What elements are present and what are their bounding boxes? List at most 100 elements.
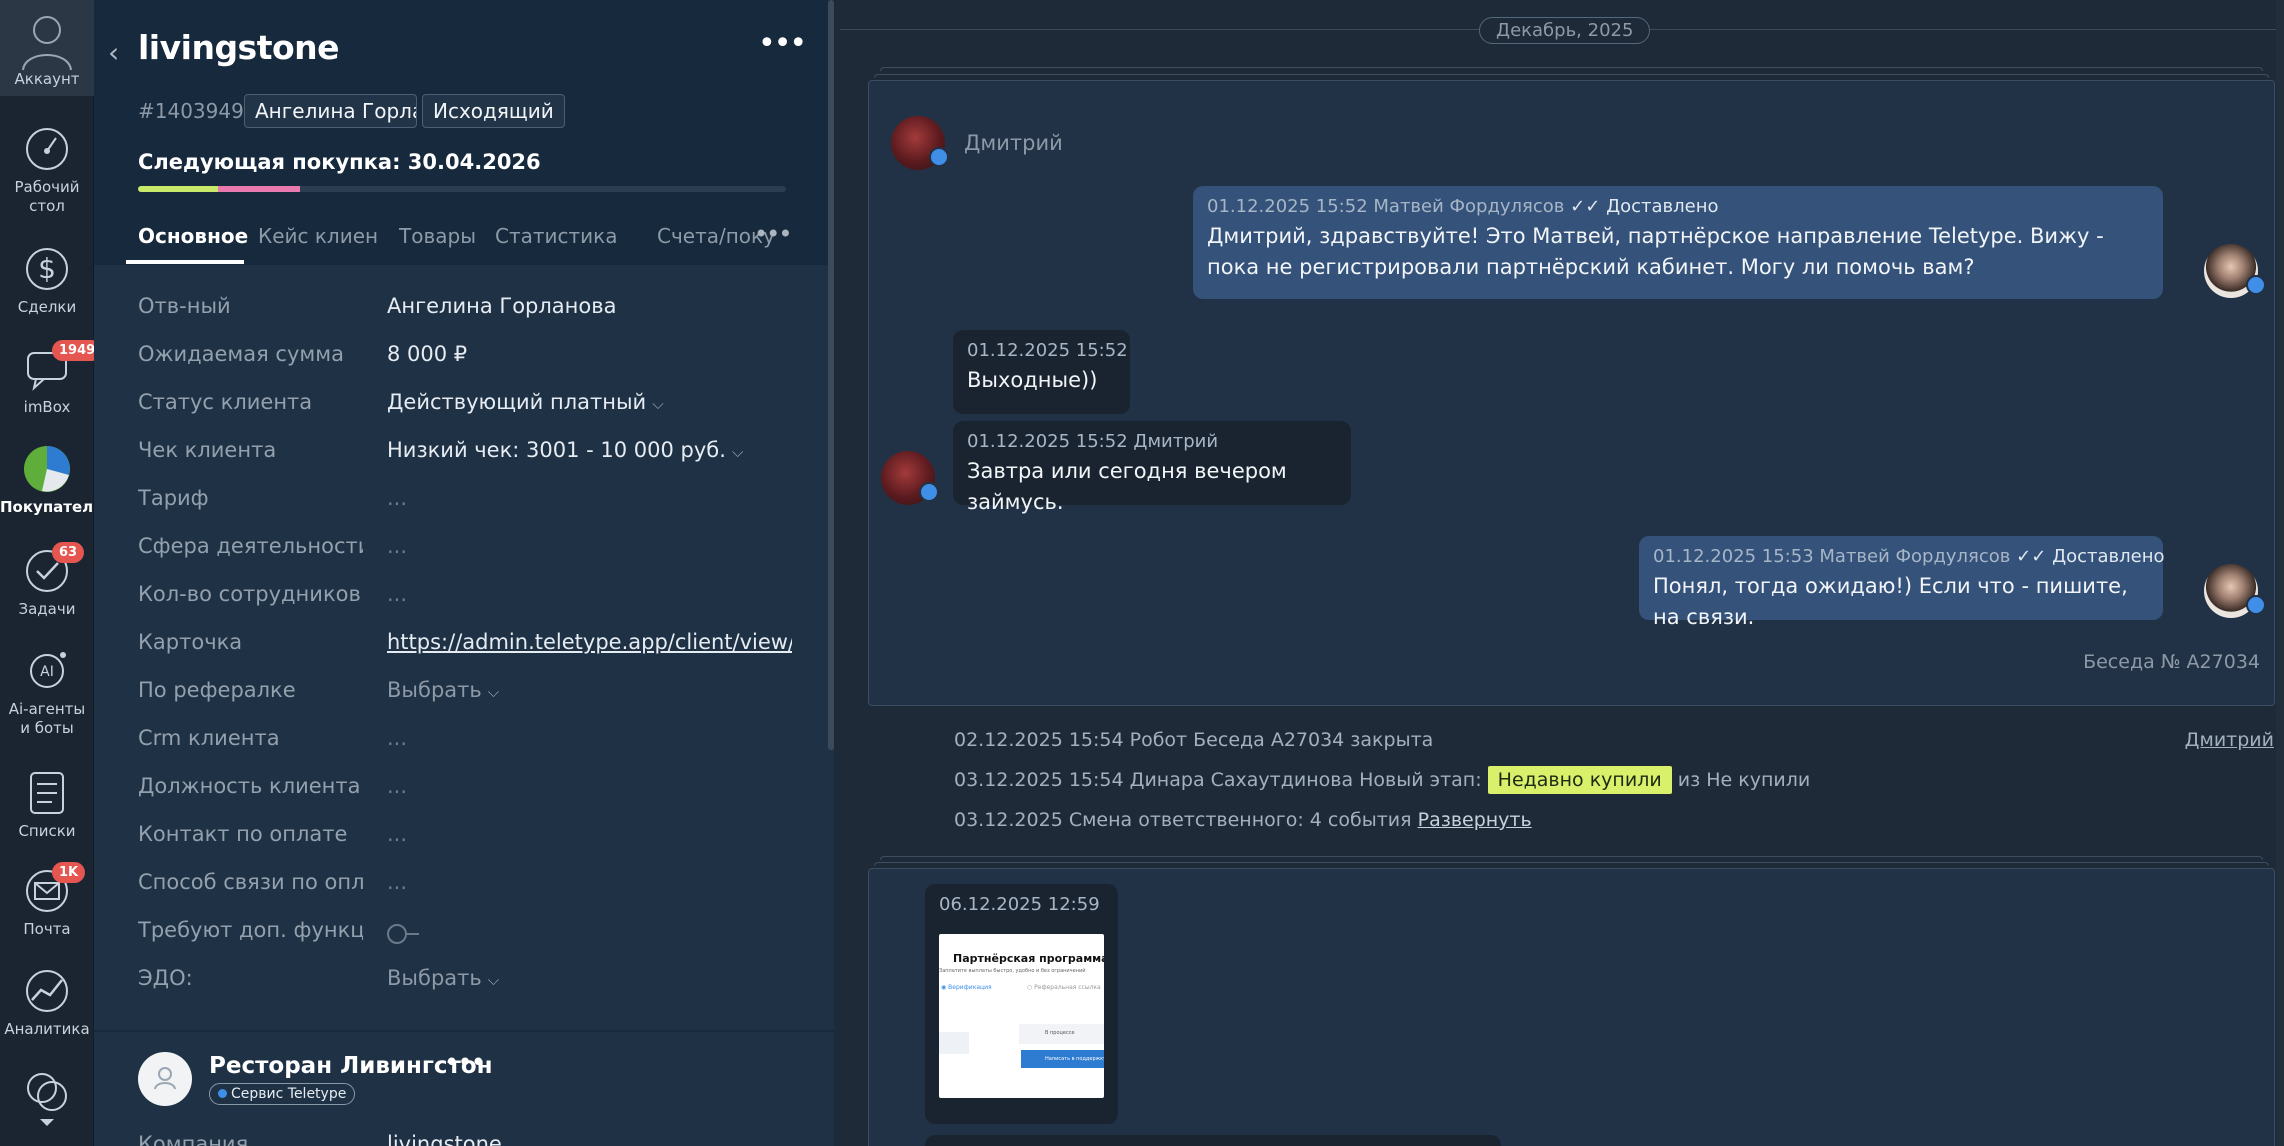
nav-item-buyers[interactable]: Покупатели xyxy=(0,444,104,517)
lead-header: ‹ livingstone ••• #1403949 Ангелина Горл… xyxy=(94,0,834,265)
message-incoming[interactable] xyxy=(925,1135,1501,1146)
conversation-card: Дмитрий 01.12.2025 15:52 Матвей Фордуляс… xyxy=(868,80,2275,706)
field-value[interactable]: ... xyxy=(387,726,407,750)
event-contact-link[interactable]: Дмитрий xyxy=(2185,729,2274,751)
nav-label-mail: Почта xyxy=(23,920,71,938)
field-value[interactable]: Ангелина Горланова xyxy=(387,294,617,318)
nav-label-desktop: Рабочий стол xyxy=(14,178,80,215)
messenger-icon xyxy=(2246,275,2266,295)
field-label: Должность клиента xyxy=(138,774,361,798)
nav-item-imbox[interactable]: 1949 imBox xyxy=(0,340,103,417)
message-text: Дмитрий, здравствуйте! Это Матвей, партн… xyxy=(1207,224,2104,279)
toggle-track xyxy=(407,933,419,935)
toggle-switch[interactable] xyxy=(387,924,407,944)
chevron-down-icon[interactable] xyxy=(39,1118,55,1128)
tag-owner[interactable]: Ангелина Горлан xyxy=(244,94,417,128)
field-extra-functionality[interactable]: Требуют доп. функционал xyxy=(94,914,834,962)
field-select[interactable]: Выбрать ⌵ xyxy=(387,966,499,990)
field-value[interactable]: ... xyxy=(387,822,407,846)
nav-item-more[interactable] xyxy=(0,1066,94,1128)
nav-item-deals[interactable]: $ Сделки xyxy=(0,244,94,317)
message-outgoing[interactable]: 01.12.2025 15:53 Матвей Фордулясов ✓✓ До… xyxy=(1639,536,2165,629)
month-pill: Декабрь, 2025 xyxy=(1479,17,1651,44)
field-value: Выбрать xyxy=(387,966,482,990)
tag-direction[interactable]: Исходящий xyxy=(422,94,565,128)
svg-text:AI: AI xyxy=(40,664,54,680)
back-arrow-icon[interactable]: ‹ xyxy=(108,36,119,69)
conversation-number: Беседа № A27034 xyxy=(2083,651,2260,673)
message-text: Выходные)) xyxy=(967,368,1098,392)
field-expected-sum[interactable]: Ожидаемая сумма 8 000 ₽ xyxy=(94,338,834,386)
nav-item-desktop[interactable]: Рабочий стол xyxy=(0,124,94,216)
field-value[interactable]: ... xyxy=(387,582,407,606)
chat-feed: Декабрь, 2025 Дмитрий 01.12.2025 15:52 М… xyxy=(840,0,2284,1146)
field-crm[interactable]: Crm клиента ... xyxy=(94,722,834,770)
image-step1-text: Верификация xyxy=(948,984,992,991)
field-value[interactable]: ... xyxy=(387,870,407,894)
lead-scrollbar[interactable] xyxy=(828,0,834,750)
field-payment-method[interactable]: Способ связи по оплате ... xyxy=(94,866,834,914)
ai-icon: AI xyxy=(30,652,66,688)
event-conversation-closed: 02.12.2025 15:54 Робот Беседа A27034 зак… xyxy=(954,729,1434,751)
dollar-icon: $ xyxy=(26,248,68,290)
field-position[interactable]: Должность клиента ... xyxy=(94,770,834,818)
field-select[interactable]: Низкий чек: 3001 - 10 000 руб. ⌵ xyxy=(387,438,743,462)
tab-products[interactable]: Товары xyxy=(399,224,476,248)
account-button[interactable]: Аккаунт xyxy=(0,0,94,96)
company-field-value[interactable]: livingstone xyxy=(387,1132,502,1146)
field-value[interactable]: 8 000 ₽ xyxy=(387,342,467,366)
double-check-icon: ✓✓ xyxy=(1570,196,1601,217)
image-button: Написать в поддержку xyxy=(1021,1050,1104,1068)
tab-main[interactable]: Основное xyxy=(138,224,248,248)
active-tab-indicator xyxy=(126,260,244,264)
field-card[interactable]: Карточка https://admin.teletype.app/clie… xyxy=(94,626,834,674)
lead-title[interactable]: livingstone xyxy=(138,28,340,67)
message-meta: 01.12.2025 15:52 Матвей Фордулясов ✓✓ До… xyxy=(1207,196,2149,217)
field-payment-contact[interactable]: Контакт по оплате ... xyxy=(94,818,834,866)
message-outgoing[interactable]: 01.12.2025 15:52 Матвей Фордулясов ✓✓ До… xyxy=(1193,186,2163,299)
list-icon xyxy=(30,772,64,814)
analytics-icon xyxy=(26,970,68,1012)
field-client-status[interactable]: Статус клиента Действующий платный ⌵ xyxy=(94,386,834,434)
tabs-more-icon[interactable]: ••• xyxy=(754,220,792,248)
image-attachment[interactable]: Партнёрская программа Заплатите выплаты … xyxy=(939,934,1104,1098)
message-image[interactable]: 06.12.2025 12:59 Партнёрская программа З… xyxy=(925,884,1118,1124)
company-more-icon[interactable]: ••• xyxy=(444,1048,486,1078)
company-avatar[interactable] xyxy=(138,1052,192,1106)
image-status: В процессе xyxy=(1019,1024,1104,1044)
integrations-icon xyxy=(27,1073,67,1111)
field-value[interactable]: ... xyxy=(387,534,407,558)
more-options-icon[interactable]: ••• xyxy=(758,26,807,61)
nav-label-lists: Списки xyxy=(18,822,76,840)
svg-text:$: $ xyxy=(38,252,56,285)
field-edo[interactable]: ЭДО: Выбрать ⌵ xyxy=(94,962,834,1010)
field-value[interactable]: ... xyxy=(387,774,407,798)
nav-item-tasks[interactable]: 63 Задачи xyxy=(0,542,94,619)
field-select[interactable]: Выбрать ⌵ xyxy=(387,678,499,702)
nav-item-mail[interactable]: 1K Почта xyxy=(0,862,94,939)
message-meta: 01.12.2025 15:53 Матвей Фордулясов ✓✓ До… xyxy=(1653,546,2165,567)
card-link[interactable]: https://admin.teletype.app/client/view/5… xyxy=(387,630,792,654)
tab-client-case[interactable]: Кейс клиент xyxy=(258,224,378,248)
field-responsible[interactable]: Отв-ный Ангелина Горланова xyxy=(94,290,834,338)
field-value[interactable]: ... xyxy=(387,486,407,510)
field-employees[interactable]: Кол-во сотрудников ... xyxy=(94,578,834,626)
feed-scrollbar[interactable] xyxy=(2276,0,2284,1146)
field-referral[interactable]: По рефералке Выбрать ⌵ xyxy=(94,674,834,722)
messenger-icon xyxy=(2246,595,2266,615)
expand-link[interactable]: Развернуть xyxy=(1418,809,1532,831)
field-industry[interactable]: Сфера деятельности ... xyxy=(94,530,834,578)
nav-item-ai-agents[interactable]: AI Ai-агенты и боты xyxy=(0,646,94,738)
tab-statistics[interactable]: Статистика xyxy=(495,224,618,248)
messenger-icon xyxy=(919,482,939,502)
nav-item-lists[interactable]: Списки xyxy=(0,768,94,841)
field-tariff[interactable]: Тариф ... xyxy=(94,482,834,530)
message-incoming[interactable]: 01.12.2025 15:52 Дмитрий Завтра или сего… xyxy=(953,421,1351,514)
message-incoming[interactable]: 01.12.2025 15:52 Выходные)) xyxy=(953,330,1130,414)
nav-item-analytics[interactable]: Аналитика xyxy=(0,966,94,1039)
client-name[interactable]: Дмитрий xyxy=(964,131,1063,155)
field-select[interactable]: Действующий платный ⌵ xyxy=(387,390,664,414)
image-step2-text: Реферальная ссылка xyxy=(1034,984,1101,991)
field-client-check[interactable]: Чек клиента Низкий чек: 3001 - 10 000 ру… xyxy=(94,434,834,482)
message-text: Завтра или сегодня вечером займусь. xyxy=(967,459,1287,514)
